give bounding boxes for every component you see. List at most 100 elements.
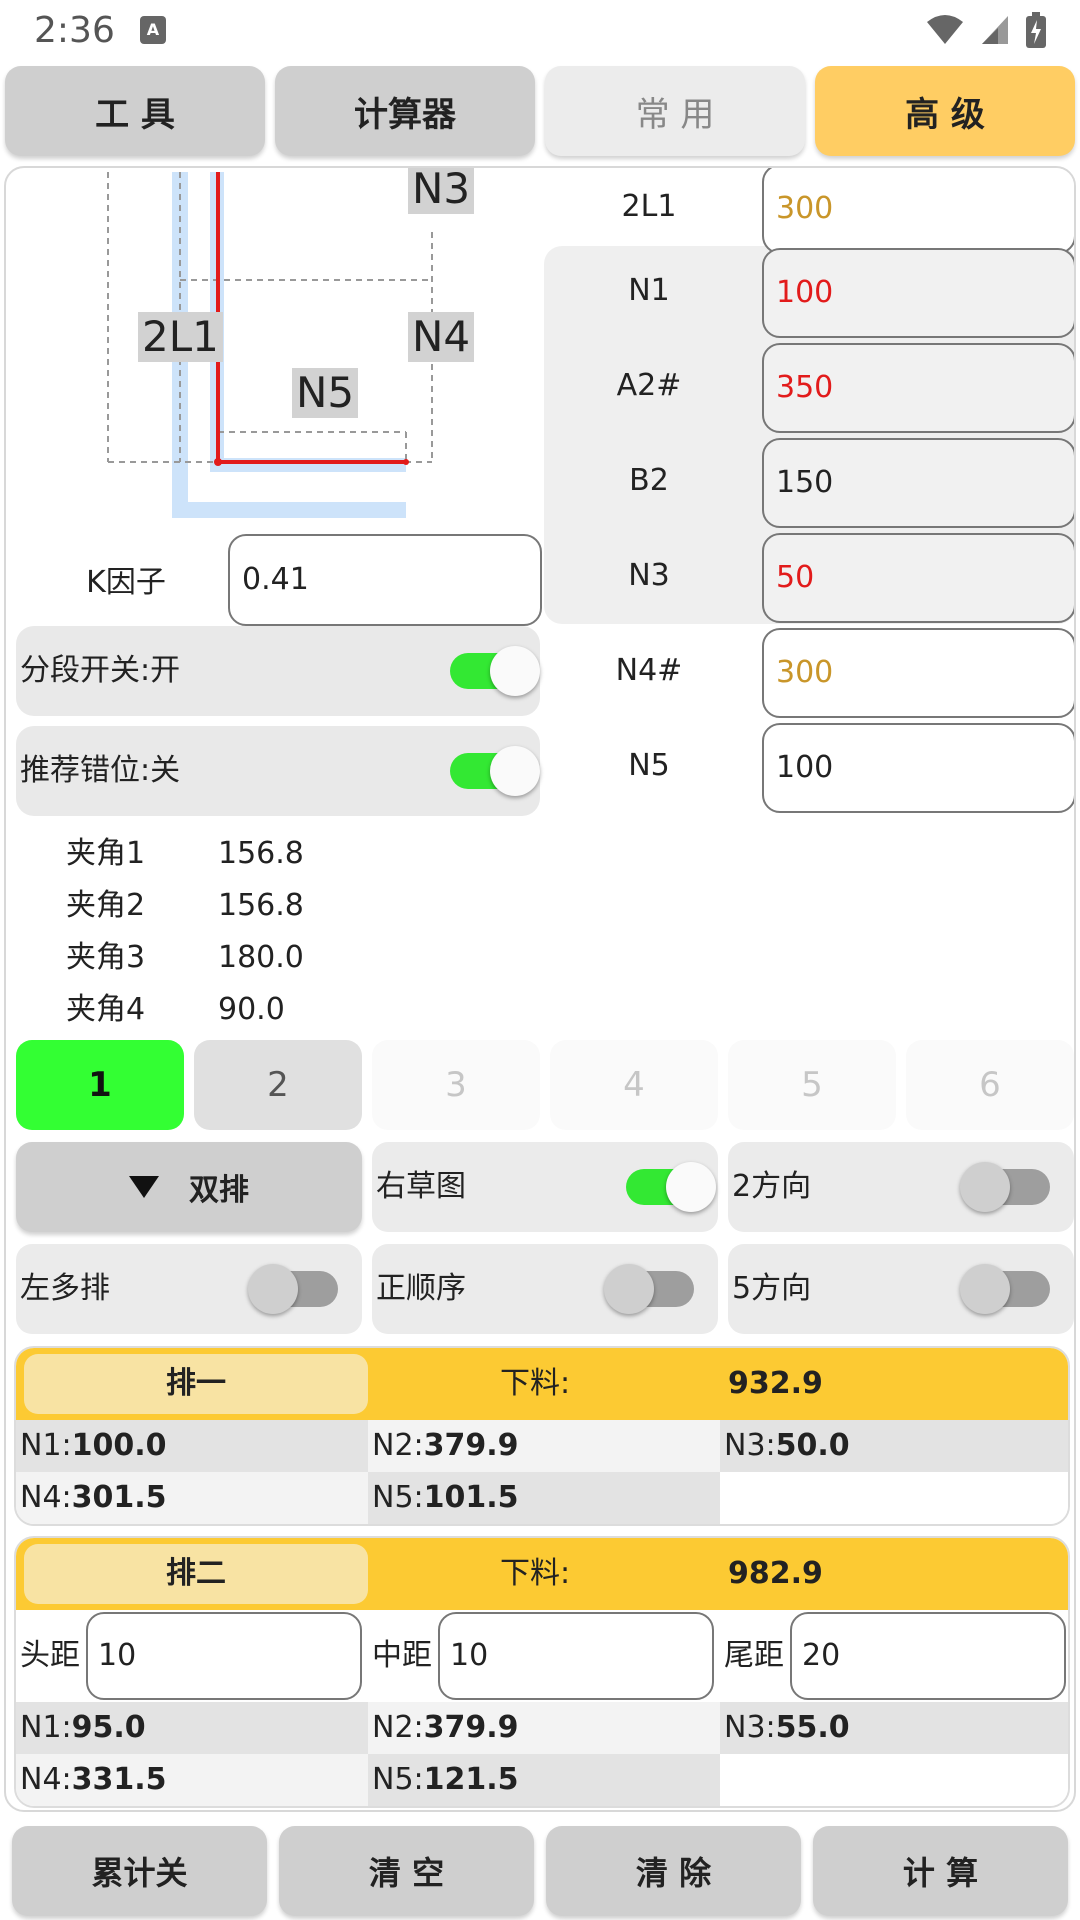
- result-cell: N4:331.5: [16, 1754, 368, 1806]
- step-tab-2[interactable]: 2: [194, 1040, 362, 1130]
- dim-label-n4: N4: [408, 312, 475, 362]
- dim-label-2l1: 2L1: [138, 312, 223, 362]
- param-label: N3: [628, 558, 670, 593]
- row2-title[interactable]: 排二: [24, 1544, 368, 1604]
- param-input-2l1[interactable]: 300: [762, 168, 1074, 254]
- angle-label: 夹角4: [66, 992, 146, 1027]
- param-row-b2: B2 150: [544, 436, 1074, 528]
- row1-cut-value: 932.9: [728, 1366, 823, 1401]
- row-mode-dropdown[interactable]: 双排: [16, 1142, 362, 1232]
- forward-order-switch[interactable]: [604, 1264, 694, 1314]
- tab-common[interactable]: 常 用: [545, 66, 805, 156]
- param-row-n1: N1 100: [544, 246, 1074, 338]
- wifi-icon: [927, 15, 963, 44]
- step-tab-6[interactable]: 6: [906, 1040, 1074, 1130]
- row2-values: N1:95.0 N2:379.9 N3:55.0 N4:331.5 N5:121…: [16, 1702, 1068, 1806]
- spacing-inputs: 头距 10 中距 10 尾距 20: [16, 1610, 1068, 1702]
- signal-icon: [982, 16, 1008, 44]
- param-input-a2[interactable]: 350: [762, 343, 1074, 433]
- param-label: 2L1: [621, 189, 677, 224]
- segment-toggle-row[interactable]: 分段开关:开: [16, 626, 540, 716]
- tab-calculator[interactable]: 计算器: [275, 66, 535, 156]
- param-input-n4[interactable]: 300: [762, 628, 1074, 718]
- notification-icon: A: [140, 16, 166, 44]
- direction-2-switch[interactable]: [960, 1162, 1050, 1212]
- param-label: B2: [629, 463, 669, 498]
- direction-2-row[interactable]: 2方向: [728, 1142, 1074, 1232]
- angle-row-3: 夹角3 180.0: [66, 932, 304, 984]
- result-cell: N5:121.5: [368, 1754, 720, 1806]
- accumulate-button[interactable]: 累计关: [12, 1826, 267, 1916]
- forward-order-label: 正顺序: [376, 1271, 466, 1306]
- param-input-n5[interactable]: 100: [762, 723, 1074, 813]
- offset-toggle-label: 推荐错位:关: [20, 753, 181, 788]
- status-time: 2:36: [34, 10, 115, 51]
- result-cell: N1:100.0: [16, 1420, 368, 1472]
- angle-value: 180.0: [218, 940, 304, 975]
- k-factor-input[interactable]: 0.41: [228, 534, 542, 626]
- right-sketch-row[interactable]: 右草图: [372, 1142, 718, 1232]
- param-input-n3[interactable]: 50: [762, 533, 1074, 623]
- result-cell-empty: [720, 1472, 1068, 1524]
- result-cell: N3:55.0: [720, 1702, 1068, 1754]
- status-bar: 2:36 A: [0, 0, 1080, 62]
- result-card-row1: 排一 下料: 932.9 N1:100.0 N2:379.9 N3:50.0 N…: [14, 1346, 1070, 1526]
- mid-distance-label: 中距: [372, 1638, 432, 1673]
- tab-advanced[interactable]: 高 级: [815, 66, 1075, 156]
- step-tab-1[interactable]: 1: [16, 1040, 184, 1130]
- result-cell: N2:379.9: [368, 1702, 720, 1754]
- k-factor-label: K因子: [86, 565, 166, 600]
- step-tab-5[interactable]: 5: [728, 1040, 896, 1130]
- forward-order-row[interactable]: 正顺序: [372, 1244, 718, 1334]
- battery-charging-icon: [1026, 12, 1046, 48]
- direction-5-switch[interactable]: [960, 1264, 1050, 1314]
- row-mode-value: 双排: [189, 1173, 249, 1208]
- param-input-b2[interactable]: 150: [762, 438, 1074, 528]
- dim-label-n5: N5: [292, 368, 359, 418]
- row1-values: N1:100.0 N2:379.9 N3:50.0 N4:301.5 N5:10…: [16, 1420, 1068, 1524]
- param-input-n1[interactable]: 100: [762, 248, 1074, 338]
- switch-knob: [490, 746, 540, 796]
- angle-row-2: 夹角2 156.8: [66, 880, 304, 932]
- angle-row-4: 夹角4 90.0: [66, 984, 285, 1036]
- head-distance-label: 头距: [20, 1638, 80, 1673]
- param-row-2l1: 2L1 300: [544, 168, 1074, 254]
- tab-tools[interactable]: 工 具: [5, 66, 265, 156]
- switch-knob: [490, 646, 540, 696]
- param-row-n3: N3 50: [544, 531, 1074, 623]
- angle-label: 夹角3: [66, 940, 146, 975]
- right-sketch-switch[interactable]: [626, 1162, 716, 1212]
- clear-all-button[interactable]: 清 空: [279, 1826, 534, 1916]
- top-tabs: 工 具 计算器 常 用 高 级: [5, 66, 1075, 156]
- result-cell: N2:379.9: [368, 1420, 720, 1472]
- left-multi-switch[interactable]: [248, 1264, 338, 1314]
- result-card-row2: 排二 下料: 982.9 头距 10 中距 10 尾距 20 N1:95.0 N2:3…: [14, 1536, 1070, 1808]
- left-multi-row[interactable]: 左多排: [16, 1244, 362, 1334]
- direction-5-row[interactable]: 5方向: [728, 1244, 1074, 1334]
- row1-title[interactable]: 排一: [24, 1354, 368, 1414]
- step-tab-4[interactable]: 4: [550, 1040, 718, 1130]
- tail-distance-input[interactable]: 20: [790, 1612, 1066, 1700]
- mid-distance-input[interactable]: 10: [438, 1612, 714, 1700]
- param-row-n5: N5 100: [544, 721, 1074, 813]
- segment-toggle-label: 分段开关:开: [20, 653, 181, 688]
- param-label: N4#: [615, 653, 683, 688]
- calculate-button[interactable]: 计 算: [813, 1826, 1068, 1916]
- offset-toggle-row[interactable]: 推荐错位:关: [16, 726, 540, 816]
- result-cell-empty: [720, 1754, 1068, 1806]
- segment-switch[interactable]: [450, 646, 540, 696]
- direction-2-label: 2方向: [732, 1169, 812, 1204]
- left-multi-label: 左多排: [20, 1271, 110, 1306]
- step-tab-3[interactable]: 3: [372, 1040, 540, 1130]
- angle-value: 156.8: [218, 888, 304, 923]
- offset-switch[interactable]: [450, 746, 540, 796]
- switch-knob: [960, 1162, 1010, 1212]
- angle-value: 156.8: [218, 836, 304, 871]
- angle-label: 夹角1: [66, 836, 146, 871]
- head-distance-input[interactable]: 10: [86, 1612, 362, 1700]
- delete-button[interactable]: 清 除: [546, 1826, 801, 1916]
- switch-knob: [666, 1162, 716, 1212]
- param-label: N5: [628, 748, 670, 783]
- switch-knob: [604, 1264, 654, 1314]
- main-panel: N3 2L1 N4 N5 2L1 300 N1 100 A2# 350 B2 1…: [4, 166, 1076, 1812]
